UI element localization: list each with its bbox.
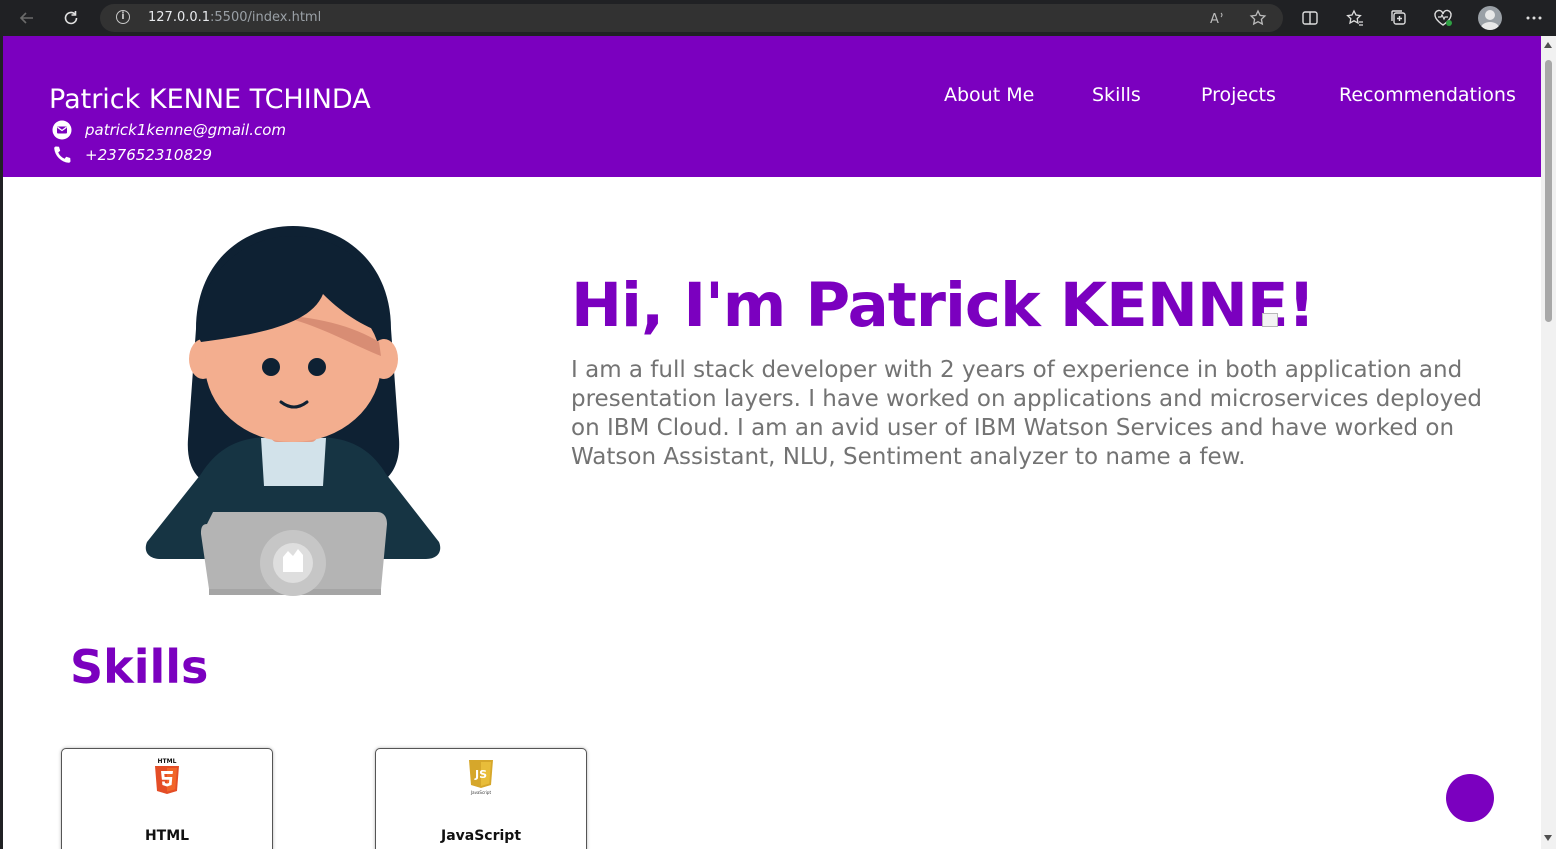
favorite-star-icon[interactable] xyxy=(1246,6,1270,30)
site-info-icon[interactable]: i xyxy=(116,10,130,24)
email-contact[interactable]: patrick1kenne@gmail.com xyxy=(51,120,286,140)
url-text: 127.0.0.1:5500/index.html xyxy=(148,10,321,25)
html5-icon: HTML xyxy=(155,758,179,794)
site-name: Patrick KENNE TCHINDA xyxy=(49,84,371,115)
skill-card-javascript[interactable]: JS JavaScript JavaScript xyxy=(375,748,587,849)
favorites-icon[interactable] xyxy=(1343,6,1367,30)
page-scrollbar[interactable] xyxy=(1541,36,1556,849)
more-options-icon[interactable] xyxy=(1522,6,1546,30)
address-bar[interactable]: i 127.0.0.1:5500/index.html A xyxy=(100,4,1283,32)
hero-description: I am a full stack developer with 2 years… xyxy=(571,357,1482,470)
email-text[interactable]: patrick1kenne@gmail.com xyxy=(85,121,286,139)
split-screen-icon[interactable] xyxy=(1298,6,1322,30)
read-aloud-icon[interactable]: A xyxy=(1205,6,1229,30)
nav-about-me[interactable]: About Me xyxy=(944,84,1034,106)
skills-heading: Skills xyxy=(70,640,209,694)
skill-card-html[interactable]: HTML HTML xyxy=(61,748,273,849)
scroll-up-arrow[interactable] xyxy=(1544,42,1552,48)
profile-avatar[interactable] xyxy=(1478,6,1502,30)
svg-text:A: A xyxy=(1210,12,1219,27)
nav-skills[interactable]: Skills xyxy=(1092,84,1141,106)
page-viewport: Patrick KENNE TCHINDA patrick1kenne@gmai… xyxy=(3,36,1541,849)
scroll-down-arrow[interactable] xyxy=(1544,835,1552,841)
nav-recommendations[interactable]: Recommendations xyxy=(1339,84,1516,106)
phone-icon xyxy=(51,145,73,165)
url-path: :5500/index.html xyxy=(210,10,322,25)
envelope-icon xyxy=(51,120,73,140)
back-button[interactable] xyxy=(13,4,41,32)
nav-projects[interactable]: Projects xyxy=(1201,84,1276,106)
collections-icon[interactable] xyxy=(1387,6,1411,30)
broken-image-icon xyxy=(1262,313,1278,327)
reload-button[interactable] xyxy=(57,4,85,32)
browser-toolbar: i 127.0.0.1:5500/index.html A xyxy=(0,0,1556,36)
svg-text:HTML: HTML xyxy=(158,758,177,765)
browser-essentials-icon[interactable] xyxy=(1431,6,1455,30)
arrow-left-icon xyxy=(19,12,33,24)
url-host: 127.0.0.1 xyxy=(148,10,211,25)
skill-card-javascript-label: JavaScript xyxy=(440,828,522,844)
svg-text:JS: JS xyxy=(474,768,487,781)
site-header: Patrick KENNE TCHINDA patrick1kenne@gmai… xyxy=(3,36,1541,177)
javascript-icon: JS JavaScript xyxy=(469,760,493,795)
developer-illustration xyxy=(145,226,441,596)
phone-text[interactable]: +237652310829 xyxy=(85,146,212,164)
skill-card-html-label: HTML xyxy=(144,828,190,844)
hero-title: Hi, I'm Patrick KENNE! xyxy=(571,270,1315,341)
reload-icon xyxy=(64,11,78,25)
scroll-thumb[interactable] xyxy=(1545,60,1552,322)
svg-text:JavaScript: JavaScript xyxy=(470,790,491,795)
floating-action-button[interactable] xyxy=(1446,774,1494,822)
phone-contact[interactable]: +237652310829 xyxy=(51,145,212,165)
